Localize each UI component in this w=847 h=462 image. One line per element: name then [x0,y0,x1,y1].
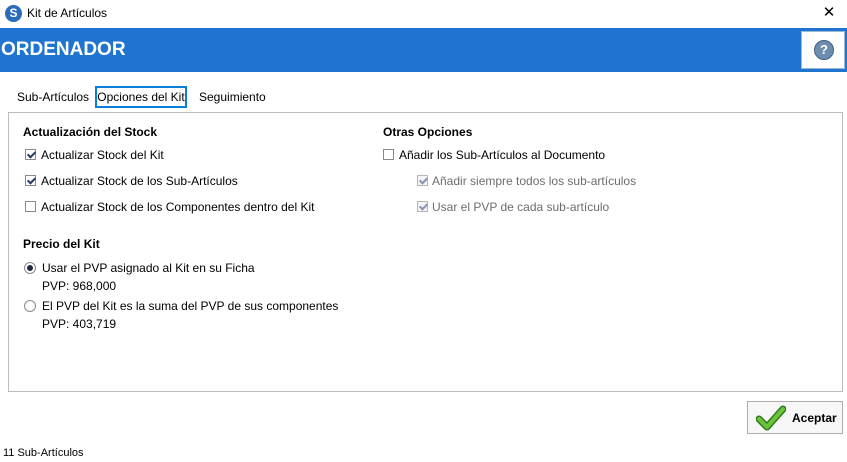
tab-opciones-del-kit[interactable]: Opciones del Kit [95,86,187,108]
window-title: Kit de Artículos [27,6,108,20]
use-assigned-pvp-radio[interactable] [24,262,36,274]
tab-bar: Sub-Artículos Opciones del Kit Seguimien… [0,86,847,110]
other-section-title: Otras Opciones [383,125,473,139]
checkmark-icon [756,405,786,431]
use-subarticle-pvp-checkbox[interactable] [417,201,428,212]
add-all-subarticles-checkbox[interactable] [417,175,428,186]
add-subarticles-checkbox[interactable] [383,149,394,160]
tab-seguimiento[interactable]: Seguimiento [199,90,266,104]
help-icon: ? [814,40,834,60]
option-label: Añadir siempre todos los sub-artículos [432,174,637,188]
sum-pvp-value: PVP: 403,719 [42,317,117,331]
option-label: Usar el PVP asignado al Kit en su Ficha [42,261,255,275]
close-button[interactable]: ✕ [811,0,847,28]
option-label: Actualizar Stock de los Componentes dent… [41,200,315,214]
price-section-title: Precio del Kit [23,237,100,251]
assigned-pvp-value: PVP: 968,000 [42,279,117,293]
option-label: Usar el PVP de cada sub-artículo [432,200,610,214]
status-text: 11 Sub-Artículos [3,447,84,459]
option-label: El PVP del Kit es la suma del PVP de sus… [42,299,339,313]
accept-button[interactable]: Aceptar [747,401,843,434]
update-kit-stock-checkbox[interactable] [25,149,36,160]
update-subarticles-stock-checkbox[interactable] [25,175,36,186]
options-panel: Actualización del Stock Actualizar Stock… [8,112,843,392]
option-label: Añadir los Sub-Artículos al Documento [399,148,606,162]
stock-section-title: Actualización del Stock [23,125,158,139]
header-banner: ORDENADOR ? [0,28,847,72]
option-label: Actualizar Stock de los Sub-Artículos [41,174,238,188]
update-components-stock-checkbox[interactable] [25,201,36,212]
option-label: Actualizar Stock del Kit [41,148,164,162]
sum-pvp-radio[interactable] [24,300,36,312]
help-button[interactable]: ? [801,31,845,69]
accept-label: Aceptar [792,411,837,425]
app-icon: S [5,5,22,22]
banner-title: ORDENADOR [1,39,126,60]
title-bar: S Kit de Artículos ✕ [0,0,847,28]
tab-sub-articulos[interactable]: Sub-Artículos [17,90,89,104]
